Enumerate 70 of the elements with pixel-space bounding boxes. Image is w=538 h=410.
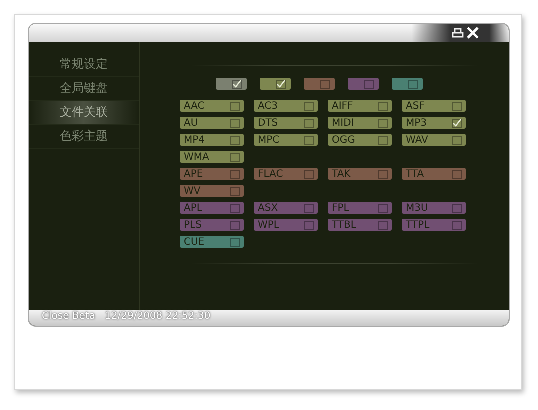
sidebar-item[interactable]: 文件关联 xyxy=(29,101,139,125)
format-chip[interactable]: AAC xyxy=(180,100,244,112)
checkbox[interactable] xyxy=(304,118,314,128)
format-chip[interactable]: TTBL xyxy=(328,219,392,231)
checkbox[interactable] xyxy=(304,102,314,110)
format-chip[interactable]: AIFF xyxy=(328,100,392,112)
format-chip[interactable]: APE xyxy=(180,168,244,180)
checkbox[interactable] xyxy=(378,170,388,178)
checkbox[interactable] xyxy=(452,170,462,178)
format-chip[interactable]: WPL xyxy=(254,219,318,231)
checkbox[interactable] xyxy=(304,136,314,144)
format-chip[interactable]: AC3 xyxy=(254,100,318,112)
group-toggle[interactable] xyxy=(392,78,423,90)
close-icon[interactable] xyxy=(467,27,479,39)
checkbox[interactable] xyxy=(230,238,240,246)
format-chip[interactable]: TTA xyxy=(402,168,466,180)
checkbox[interactable] xyxy=(452,102,462,110)
checkbox[interactable] xyxy=(452,118,462,128)
checkbox[interactable] xyxy=(304,204,314,212)
checkbox[interactable] xyxy=(230,118,240,128)
checkbox[interactable] xyxy=(230,136,240,144)
group-toggle[interactable] xyxy=(260,78,291,90)
format-chip[interactable]: CUE xyxy=(180,236,244,248)
format-chip[interactable]: WMA xyxy=(180,151,244,163)
checkbox[interactable] xyxy=(452,204,462,212)
checkbox[interactable] xyxy=(230,152,240,162)
format-chip[interactable]: TAK xyxy=(328,168,392,180)
checkbox[interactable] xyxy=(230,220,240,230)
checkbox[interactable] xyxy=(304,170,314,178)
format-chip[interactable]: M3U xyxy=(402,202,466,214)
checkbox[interactable] xyxy=(230,170,240,178)
checkbox[interactable] xyxy=(230,204,240,212)
status-text: Close Beta 12/29/2008 22:52:30 xyxy=(42,311,211,322)
format-chip[interactable]: MP4 xyxy=(180,134,244,146)
checkbox[interactable] xyxy=(232,80,242,88)
format-chip[interactable]: MP3 xyxy=(402,117,466,129)
format-chip[interactable]: MPC xyxy=(254,134,318,146)
checkbox[interactable] xyxy=(378,102,388,110)
checkbox[interactable] xyxy=(452,136,462,144)
checkbox[interactable] xyxy=(304,220,314,230)
checkbox[interactable] xyxy=(378,220,388,230)
checkbox[interactable] xyxy=(364,80,374,88)
group-toggle[interactable] xyxy=(348,78,379,90)
restore-icon[interactable] xyxy=(452,27,464,39)
sidebar-item[interactable]: 色彩主题 xyxy=(29,125,139,149)
format-chip[interactable]: PLS xyxy=(180,219,244,231)
checkbox[interactable] xyxy=(452,220,462,230)
checkbox[interactable] xyxy=(378,204,388,212)
checkbox[interactable] xyxy=(378,136,388,144)
format-chip[interactable]: ASX xyxy=(254,202,318,214)
format-chip[interactable]: DTS xyxy=(254,117,318,129)
format-chip[interactable]: WAV xyxy=(402,134,466,146)
checkbox[interactable] xyxy=(320,80,330,88)
sidebar-item[interactable]: 常规设定 xyxy=(29,53,139,77)
group-toggle[interactable] xyxy=(304,78,335,90)
format-chip[interactable]: TTPL xyxy=(402,219,466,231)
format-chip[interactable]: ASF xyxy=(402,100,466,112)
checkbox[interactable] xyxy=(230,186,240,196)
format-chip[interactable]: FLAC xyxy=(254,168,318,180)
format-chip[interactable]: APL xyxy=(180,202,244,214)
format-chip[interactable]: FPL xyxy=(328,202,392,214)
checkbox[interactable] xyxy=(230,102,240,110)
format-chip[interactable]: WV xyxy=(180,185,244,197)
checkbox[interactable] xyxy=(408,80,418,88)
checkbox[interactable] xyxy=(378,118,388,128)
checkbox[interactable] xyxy=(276,80,286,88)
format-chip[interactable]: AU xyxy=(180,117,244,129)
format-chip[interactable]: OGG xyxy=(328,134,392,146)
group-toggle[interactable] xyxy=(216,78,247,90)
format-chip[interactable]: MIDI xyxy=(328,117,392,129)
